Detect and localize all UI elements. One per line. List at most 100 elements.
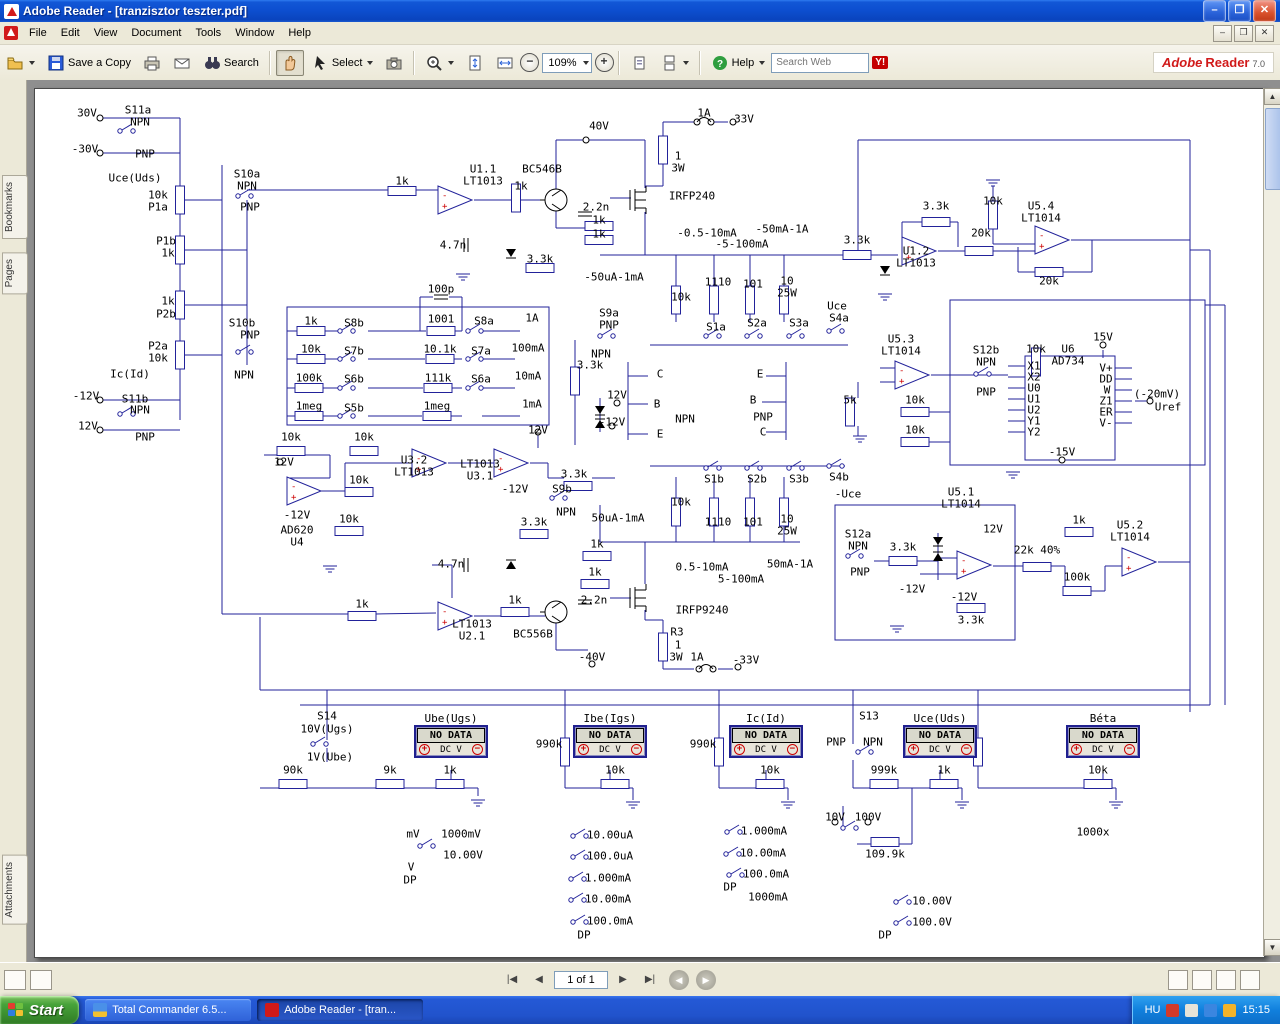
save-copy-label: Save a Copy: [68, 56, 131, 69]
task-label: Adobe Reader - [tran...: [284, 1004, 397, 1016]
scrollbar-thumb[interactable]: [1265, 108, 1280, 190]
document-icon: [4, 26, 18, 40]
chevron-down-icon: [448, 60, 455, 65]
single-page-button[interactable]: [625, 50, 653, 76]
clock[interactable]: 15:15: [1242, 1004, 1270, 1016]
email-button[interactable]: [168, 50, 196, 76]
menu-view[interactable]: View: [87, 24, 125, 42]
adobe-reader-icon: [4, 3, 19, 19]
doc-minimize-button[interactable]: –: [1213, 24, 1232, 42]
page-size-icon[interactable]: [4, 970, 26, 990]
status-bar: |◀ ◀ 1 of 1 ▶ ▶| ◀ ▶: [0, 962, 1280, 997]
window-title: Adobe Reader - [tranzisztor teszter.pdf]: [23, 4, 248, 18]
zoom-level-value: 109%: [548, 56, 577, 69]
brand-adobe: Adobe: [1161, 55, 1203, 70]
select-cursor-icon: [311, 54, 329, 72]
pdf-page: [34, 88, 1265, 958]
menu-tools[interactable]: Tools: [189, 24, 229, 42]
fit-page-button[interactable]: [461, 50, 489, 76]
chevron-down-icon: [367, 60, 374, 65]
search-button[interactable]: Search: [198, 50, 264, 76]
tab-attachments[interactable]: Attachments: [2, 855, 28, 925]
continuous-view-icon[interactable]: [1192, 970, 1212, 990]
hand-tool-button[interactable]: [275, 49, 304, 76]
continuous-page-icon: [660, 54, 678, 72]
start-button[interactable]: Start: [0, 996, 80, 1024]
fit-width-button[interactable]: [491, 50, 519, 76]
vertical-scrollbar[interactable]: ▲ ▼: [1263, 88, 1280, 956]
trim-view-icon[interactable]: [30, 970, 52, 990]
single-page-icon: [630, 54, 648, 72]
open-folder-icon: [6, 54, 24, 72]
chevron-down-icon: [682, 60, 689, 65]
open-button[interactable]: [1, 50, 40, 76]
zoom-level-combo[interactable]: 109%: [542, 52, 592, 73]
doc-restore-button[interactable]: ❐: [1234, 24, 1253, 42]
adobe-reader-brand: Adobe Reader 7.0: [1152, 52, 1274, 73]
task-label: Total Commander 6.5...: [112, 1004, 227, 1016]
previous-page-button[interactable]: ◀: [527, 969, 551, 991]
camera-icon: [385, 54, 403, 72]
save-icon: [47, 54, 65, 72]
start-label: Start: [29, 1001, 64, 1019]
facing-view-icon[interactable]: [1216, 970, 1236, 990]
help-button[interactable]: ? Help: [706, 50, 771, 76]
help-label: Help: [731, 56, 755, 69]
search-web-input[interactable]: [771, 52, 870, 73]
taskbar-task-1[interactable]: Adobe Reader - [tran...: [257, 999, 424, 1021]
first-page-button[interactable]: |◀: [500, 969, 524, 991]
language-indicator[interactable]: HU: [1145, 1004, 1161, 1016]
single-page-view-icon[interactable]: [1168, 970, 1188, 990]
network-tray-icon[interactable]: [1204, 1003, 1218, 1017]
tab-bookmarks[interactable]: Bookmarks: [2, 175, 28, 240]
menu-document[interactable]: Document: [124, 24, 188, 42]
minimize-button[interactable]: –: [1203, 0, 1226, 22]
menu-window[interactable]: Window: [228, 24, 281, 42]
page-indicator[interactable]: 1 of 1: [554, 971, 608, 989]
continuous-facing-view-icon[interactable]: [1240, 970, 1260, 990]
brand-reader: Reader: [1205, 55, 1250, 70]
email-icon: [173, 54, 191, 72]
update-tray-icon[interactable]: [1223, 1003, 1237, 1017]
menu-help[interactable]: Help: [281, 24, 318, 42]
close-button[interactable]: ✕: [1253, 0, 1276, 22]
total-commander-icon: [93, 1003, 108, 1017]
select-label: Select: [331, 56, 363, 69]
fit-page-icon: [466, 54, 484, 72]
scroll-down-button[interactable]: ▼: [1264, 939, 1280, 956]
zoom-in-button[interactable]: +: [594, 53, 614, 72]
magnifier-icon: [425, 54, 443, 72]
snapshot-button[interactable]: [380, 50, 408, 76]
hand-icon: [281, 54, 299, 72]
next-page-button[interactable]: ▶: [611, 969, 635, 991]
menu-bar: File Edit View Document Tools Window Help – ❐ …: [0, 22, 1280, 45]
zoom-tool-button[interactable]: [420, 50, 459, 76]
previous-view-button[interactable]: ◀: [669, 970, 689, 990]
binoculars-icon: [203, 54, 221, 72]
print-button[interactable]: [138, 50, 166, 76]
restore-button[interactable]: ❐: [1228, 0, 1251, 22]
next-view-button[interactable]: ▶: [696, 970, 716, 990]
zoom-out-button[interactable]: −: [520, 53, 540, 72]
toolbar: Save a Copy Search Select − 109% + ? Hel…: [0, 45, 1280, 81]
continuous-page-button[interactable]: [655, 50, 694, 76]
brand-version: 7.0: [1252, 59, 1265, 69]
volume-tray-icon[interactable]: [1185, 1003, 1199, 1017]
menu-edit[interactable]: Edit: [54, 24, 87, 42]
fit-width-icon: [496, 54, 514, 72]
navigation-tabstrip: Bookmarks Pages Attachments: [0, 80, 28, 962]
select-tool-button[interactable]: Select: [306, 50, 379, 76]
taskbar-tasks: Total Commander 6.5... Adobe Reader - [tr…: [79, 999, 424, 1021]
doc-close-button[interactable]: ✕: [1255, 24, 1274, 42]
scroll-up-button[interactable]: ▲: [1264, 88, 1280, 105]
yahoo-icon[interactable]: Y!: [872, 56, 889, 69]
svg-text:?: ?: [717, 59, 723, 70]
printer-icon: [143, 54, 161, 72]
antivirus-tray-icon[interactable]: [1166, 1003, 1180, 1017]
taskbar-task-0[interactable]: Total Commander 6.5...: [85, 999, 252, 1021]
tab-pages[interactable]: Pages: [2, 252, 28, 295]
save-copy-button[interactable]: Save a Copy: [42, 50, 136, 76]
last-page-button[interactable]: ▶|: [638, 969, 662, 991]
taskbar: Start Total Commander 6.5... Adobe Reader…: [0, 996, 1280, 1024]
menu-file[interactable]: File: [22, 24, 54, 42]
